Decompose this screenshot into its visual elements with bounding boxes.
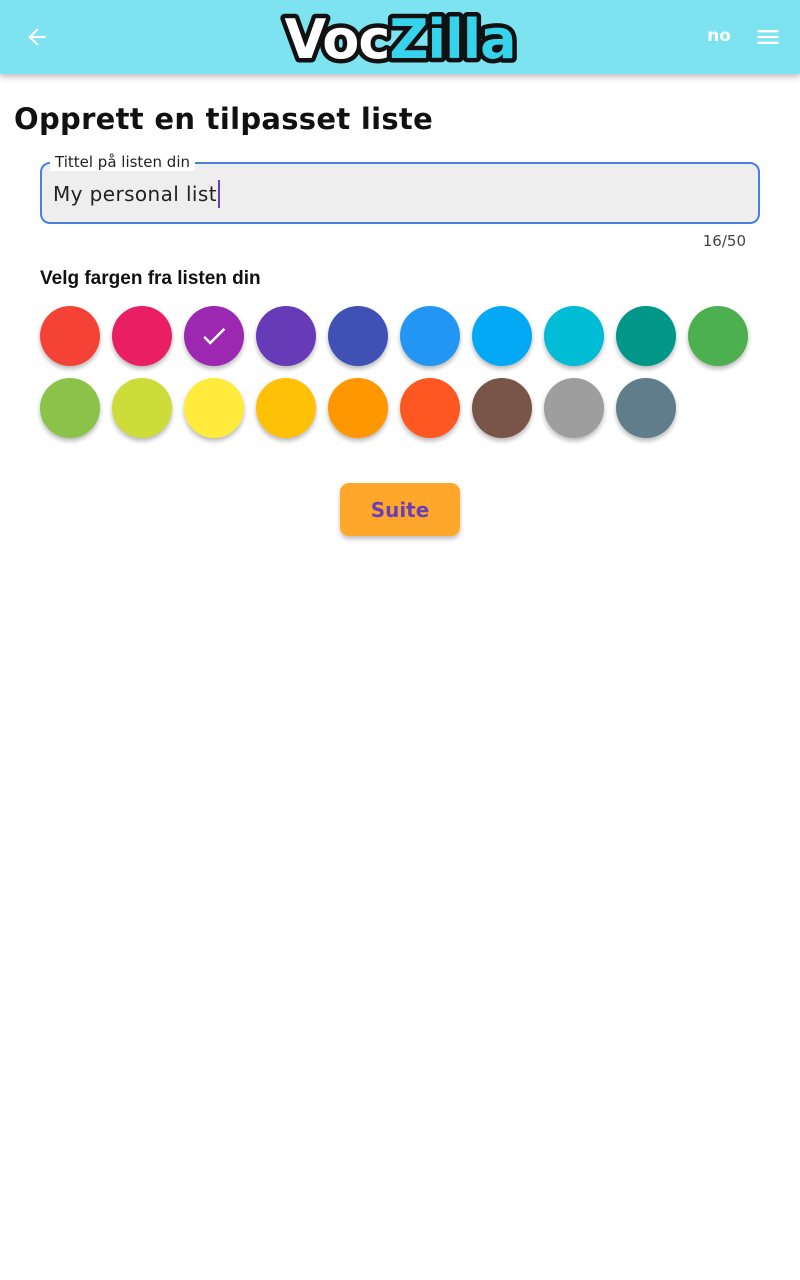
color-swatch[interactable]: [40, 378, 100, 438]
color-swatch[interactable]: [616, 306, 676, 366]
language-selector[interactable]: no: [700, 26, 738, 50]
voczilla-logo: VocZilla VocZilla: [266, 6, 534, 68]
page-title: Opprett en tilpasset liste: [14, 102, 434, 136]
color-swatch[interactable]: [112, 306, 172, 366]
arrow-left-icon: [28, 28, 46, 46]
list-title-input[interactable]: My personal list: [53, 179, 220, 209]
list-title-label: Tittel på listen din: [50, 154, 196, 171]
color-swatch[interactable]: [112, 378, 172, 438]
character-counter: 16/50: [702, 232, 746, 250]
app-header: VocZilla VocZilla no: [0, 0, 800, 74]
back-button[interactable]: [14, 14, 60, 60]
list-title-value: My personal list: [53, 182, 217, 206]
color-swatch[interactable]: [688, 306, 748, 366]
check-icon: [203, 327, 226, 345]
menu-button[interactable]: [748, 18, 788, 56]
color-swatch[interactable]: [472, 306, 532, 366]
color-swatch-selected[interactable]: [184, 306, 244, 366]
hamburger-menu-icon: [757, 30, 779, 44]
color-swatch[interactable]: [184, 378, 244, 438]
color-picker-heading: Velg fargen fra listen din: [40, 268, 261, 289]
color-swatch[interactable]: [328, 306, 388, 366]
color-swatch[interactable]: [328, 378, 388, 438]
color-swatch[interactable]: [256, 306, 316, 366]
color-swatch[interactable]: [472, 378, 532, 438]
color-swatch[interactable]: [256, 378, 316, 438]
svg-text:VocZilla: VocZilla: [284, 8, 515, 68]
color-swatch[interactable]: [400, 306, 460, 366]
color-swatch-grid: [40, 306, 760, 438]
list-title-field[interactable]: Tittel på listen din My personal list: [40, 154, 760, 224]
color-swatch[interactable]: [544, 378, 604, 438]
continue-button[interactable]: Suite: [340, 483, 460, 536]
color-swatch[interactable]: [544, 306, 604, 366]
text-cursor: [217, 180, 220, 208]
color-swatch[interactable]: [616, 378, 676, 438]
color-swatch[interactable]: [40, 306, 100, 366]
color-swatch[interactable]: [400, 378, 460, 438]
